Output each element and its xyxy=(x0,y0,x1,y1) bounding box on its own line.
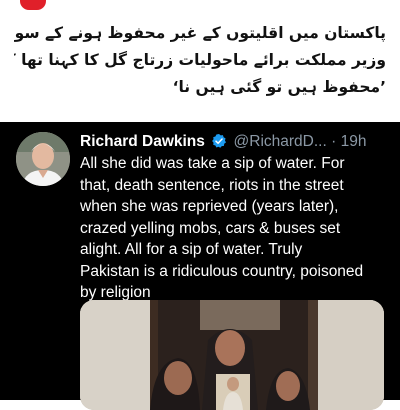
tweet-header: Richard Dawkins @RichardD... · 19h xyxy=(80,130,390,154)
tweet-text-line: All she did was take a sip of water. For xyxy=(80,155,345,172)
tweet-photo[interactable] xyxy=(80,300,384,410)
urdu-line: ’محفوظ ہیں تو گئی ہیں نا‘ xyxy=(172,78,386,96)
urdu-line: پاکستان میں اقلیتوں کے غیر محفوظ ہونے کے… xyxy=(14,24,386,42)
tweet-photo-image xyxy=(80,300,384,410)
urdu-article-text: پاکستان میں اقلیتوں کے غیر محفوظ ہونے کے… xyxy=(14,20,386,101)
author-handle[interactable]: @RichardD... xyxy=(234,133,327,150)
tweet-text-line: when she was reprieved (years later), xyxy=(80,198,339,215)
tweet-timestamp[interactable]: 19h xyxy=(341,133,367,150)
author-name[interactable]: Richard Dawkins xyxy=(80,133,205,150)
verified-badge-icon xyxy=(212,134,227,148)
separator-dot: · xyxy=(331,133,337,150)
urdu-line: وزیر مملکت برائے ماحولیات زرتاج گل کا کہ… xyxy=(14,51,386,69)
tweet-text-line: that, death sentence, riots in the stree… xyxy=(80,176,344,194)
avatar-photo-icon xyxy=(16,132,70,186)
tweet-text-line: Pakistan is a ridiculous country, poison… xyxy=(80,262,364,280)
avatar[interactable] xyxy=(16,132,70,186)
tweet-text-line: crazed yelling mobs, cars & buses set xyxy=(80,219,341,237)
red-notification-shape xyxy=(20,0,46,10)
tweet-text: All she did was take a sip of water. For… xyxy=(80,153,388,304)
tweet-text-line: alight. All for a sip of water. Truly xyxy=(80,241,303,258)
embedded-tweet[interactable]: Richard Dawkins @RichardD... · 19h All s… xyxy=(0,122,400,410)
